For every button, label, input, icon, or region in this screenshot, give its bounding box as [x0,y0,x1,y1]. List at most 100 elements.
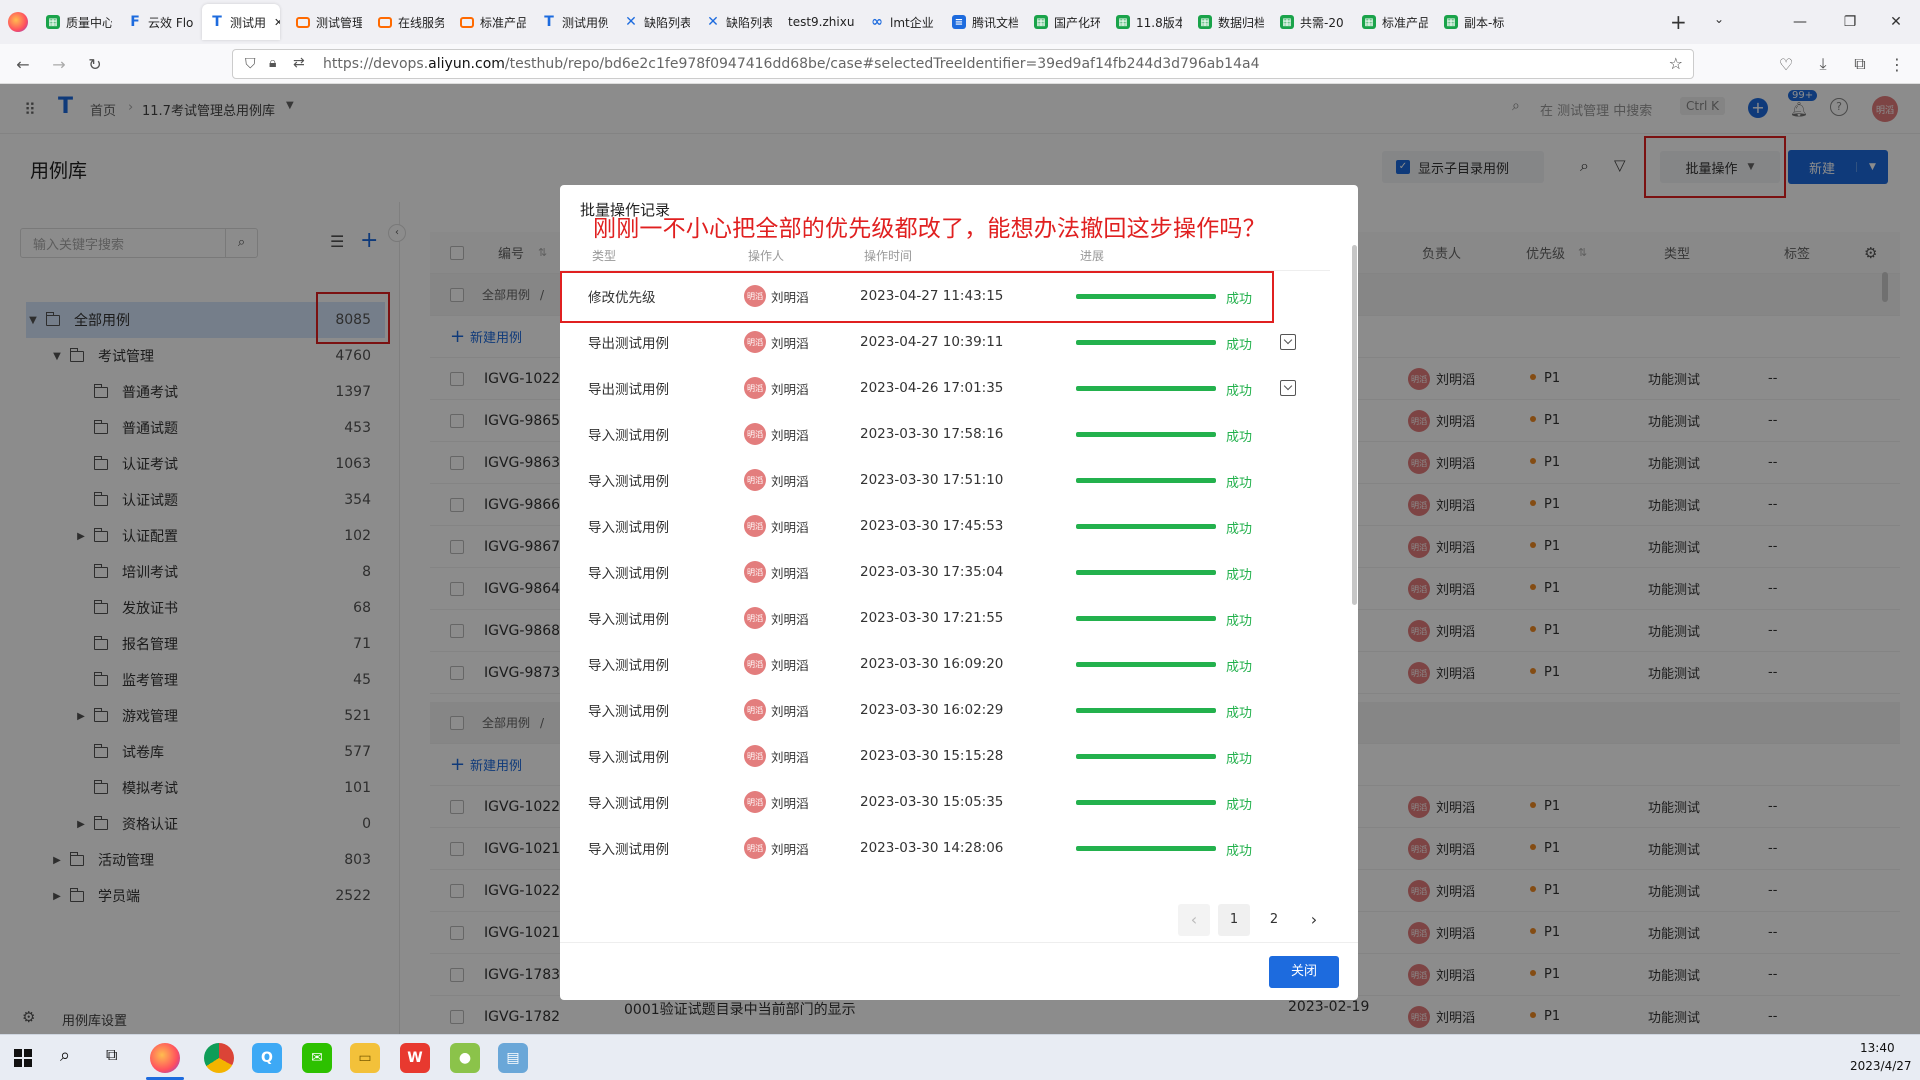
close-button[interactable]: 关闭 [1269,956,1339,988]
browser-tab[interactable]: ▦ 11.8版本 [1108,4,1182,40]
operator-avatar: 明滔 [744,331,766,353]
restore-icon[interactable]: ❐ [1830,8,1870,36]
close-tab-icon[interactable]: ✕ [274,16,280,29]
batch-record-row: 导入测试用例 明滔 刘明滔 2023-03-30 17:21:55 成功 [560,595,1330,641]
browser-tab-label: 质量中心 [66,15,112,30]
downloads-icon[interactable]: ⤓ [1810,52,1836,76]
browser-tab[interactable]: 标准产品 [452,4,526,40]
file-explorer-taskbar-icon[interactable]: ▭ [350,1043,380,1073]
page-number[interactable]: 2 [1258,904,1290,936]
url-bar[interactable]: ⛉ 🔒︎ ⇄ https://devops. aliyun.com/testhub… [232,49,1694,79]
sheet-icon: ▦ [1280,15,1294,29]
batch-record-row: 导入测试用例 明滔 刘明滔 2023-03-30 17:58:16 成功 [560,411,1330,457]
permissions-icon: ⇄ [293,55,305,71]
progress-bar [1076,478,1216,483]
clock-date[interactable]: 2023/4/27 [1850,1059,1912,1073]
forward-icon[interactable]: → [46,52,72,76]
browser-tab-label: 测试用 [230,15,267,30]
browser-tab[interactable]: ▦ 国产化环 [1026,4,1100,40]
back-icon[interactable]: ← [10,52,36,76]
modal-scrollbar[interactable] [1352,245,1357,605]
browser-tab[interactable]: ▦ 共需-20 [1272,4,1346,40]
header-type: 类型 [592,249,617,263]
browser-tab[interactable]: ▦ 数据归档 [1190,4,1264,40]
browser-tab[interactable]: 测试管理 [288,4,362,40]
browser-tab-label: 标准产品 [1382,15,1428,30]
record-time: 2023-03-30 17:58:16 [860,426,1004,442]
browser-tab-label: lmt企业 [890,15,934,30]
operator-name: 刘明滔 [771,841,809,857]
record-time: 2023-03-30 17:21:55 [860,610,1004,626]
notepad-taskbar-icon[interactable]: ▤ [498,1043,528,1073]
browser-tab[interactable]: 在线服务 [370,4,444,40]
browser-tab[interactable]: T 测试用例 [534,4,608,40]
bug-icon: ✕ [625,14,637,30]
next-page-icon[interactable]: › [1298,904,1330,936]
record-time: 2023-03-30 16:09:20 [860,656,1004,672]
browser-tab[interactable]: F 云效 Flo [120,4,194,40]
browser-tab[interactable]: ▦ 质量中心 [38,4,112,40]
operator-name: 刘明滔 [771,565,809,581]
browser-tab[interactable]: ✕ 缺陷列表 [616,4,690,40]
browser-nav-bar: ← → ↻ ⛉ 🔒︎ ⇄ https://devops. aliyun.com/t… [0,44,1920,84]
record-time: 2023-03-30 17:45:53 [860,518,1004,534]
browser-tab[interactable]: ∞ lmt企业 [862,4,936,40]
prev-page-icon[interactable]: ‹ [1178,904,1210,936]
tab-list-icon[interactable]: ⌄ [1714,12,1724,26]
bookmark-star-icon[interactable]: ☆ [1669,54,1683,73]
browser-tab-label: 测试管理 [316,15,362,30]
record-type: 导入测试用例 [588,658,669,674]
browser-tab[interactable]: ▦ 标准产品 [1354,4,1428,40]
browser-tab[interactable]: ✕ 缺陷列表 [698,4,772,40]
aliyun-icon [460,16,474,28]
pocket-icon[interactable]: ♡ [1773,52,1799,76]
download-icon[interactable] [1280,380,1296,396]
task-view-icon[interactable]: ⧉ [106,1045,117,1065]
link-icon: ∞ [871,14,883,30]
page-number[interactable]: 1 [1218,904,1250,936]
browser-tab-label: 腾讯文档 [972,15,1018,30]
chrome-taskbar-icon[interactable] [204,1043,234,1073]
operator-name: 刘明滔 [771,335,809,351]
operator-avatar: 明滔 [744,607,766,629]
batch-record-row: 导入测试用例 明滔 刘明滔 2023-03-30 16:02:29 成功 [560,687,1330,733]
record-status: 成功 [1226,614,1253,629]
app-taskbar-icon[interactable]: ● [450,1043,480,1073]
firefox-taskbar-icon[interactable] [150,1043,180,1073]
browser-tab[interactable]: T 测试用 ✕ [202,4,280,40]
progress-bar [1076,432,1216,437]
extensions-icon[interactable]: ⧉ [1847,52,1873,76]
record-time: 2023-04-26 17:01:35 [860,380,1004,396]
record-type: 导出测试用例 [588,336,669,352]
minimize-icon[interactable]: — [1780,8,1820,36]
windows-start-icon[interactable] [14,1049,32,1067]
browser-tab-label: 在线服务 [398,15,444,30]
close-window-icon[interactable]: ✕ [1876,8,1916,36]
new-tab-icon[interactable]: + [1670,10,1687,34]
menu-icon[interactable]: ⋮ [1884,52,1910,76]
wechat-taskbar-icon[interactable]: ✉ [302,1043,332,1073]
browser-tab[interactable]: test9.zhixue [780,4,854,40]
record-time: 2023-03-30 16:02:29 [860,702,1004,718]
browser-tab[interactable]: ≡ 腾讯文档 [944,4,1018,40]
browser-tab[interactable]: ▦ 副本-标 [1436,4,1510,40]
record-time: 2023-04-27 10:39:11 [860,334,1004,350]
clock-time[interactable]: 13:40 [1860,1041,1895,1055]
operator-avatar: 明滔 [744,837,766,859]
batch-record-row: 导入测试用例 明滔 刘明滔 2023-03-30 17:45:53 成功 [560,503,1330,549]
url-prefix: https://devops. [323,56,429,72]
url-path: /testhub/repo/bd6e2c1fe978f0947416dd68be… [504,56,1260,72]
reload-icon[interactable]: ↻ [82,52,108,76]
record-status: 成功 [1226,752,1253,767]
firefox-icon[interactable] [8,12,28,32]
record-type: 导入测试用例 [588,612,669,628]
search-icon[interactable]: ⌕ [60,1045,70,1066]
wps-taskbar-icon[interactable]: W [400,1043,430,1073]
download-icon[interactable] [1280,334,1296,350]
sheet-icon: ▦ [46,15,60,29]
record-time: 2023-03-30 14:28:06 [860,840,1004,856]
operator-name: 刘明滔 [771,519,809,535]
qq-taskbar-icon[interactable]: Q [252,1043,282,1073]
operator-name: 刘明滔 [771,749,809,765]
operator-name: 刘明滔 [771,703,809,719]
